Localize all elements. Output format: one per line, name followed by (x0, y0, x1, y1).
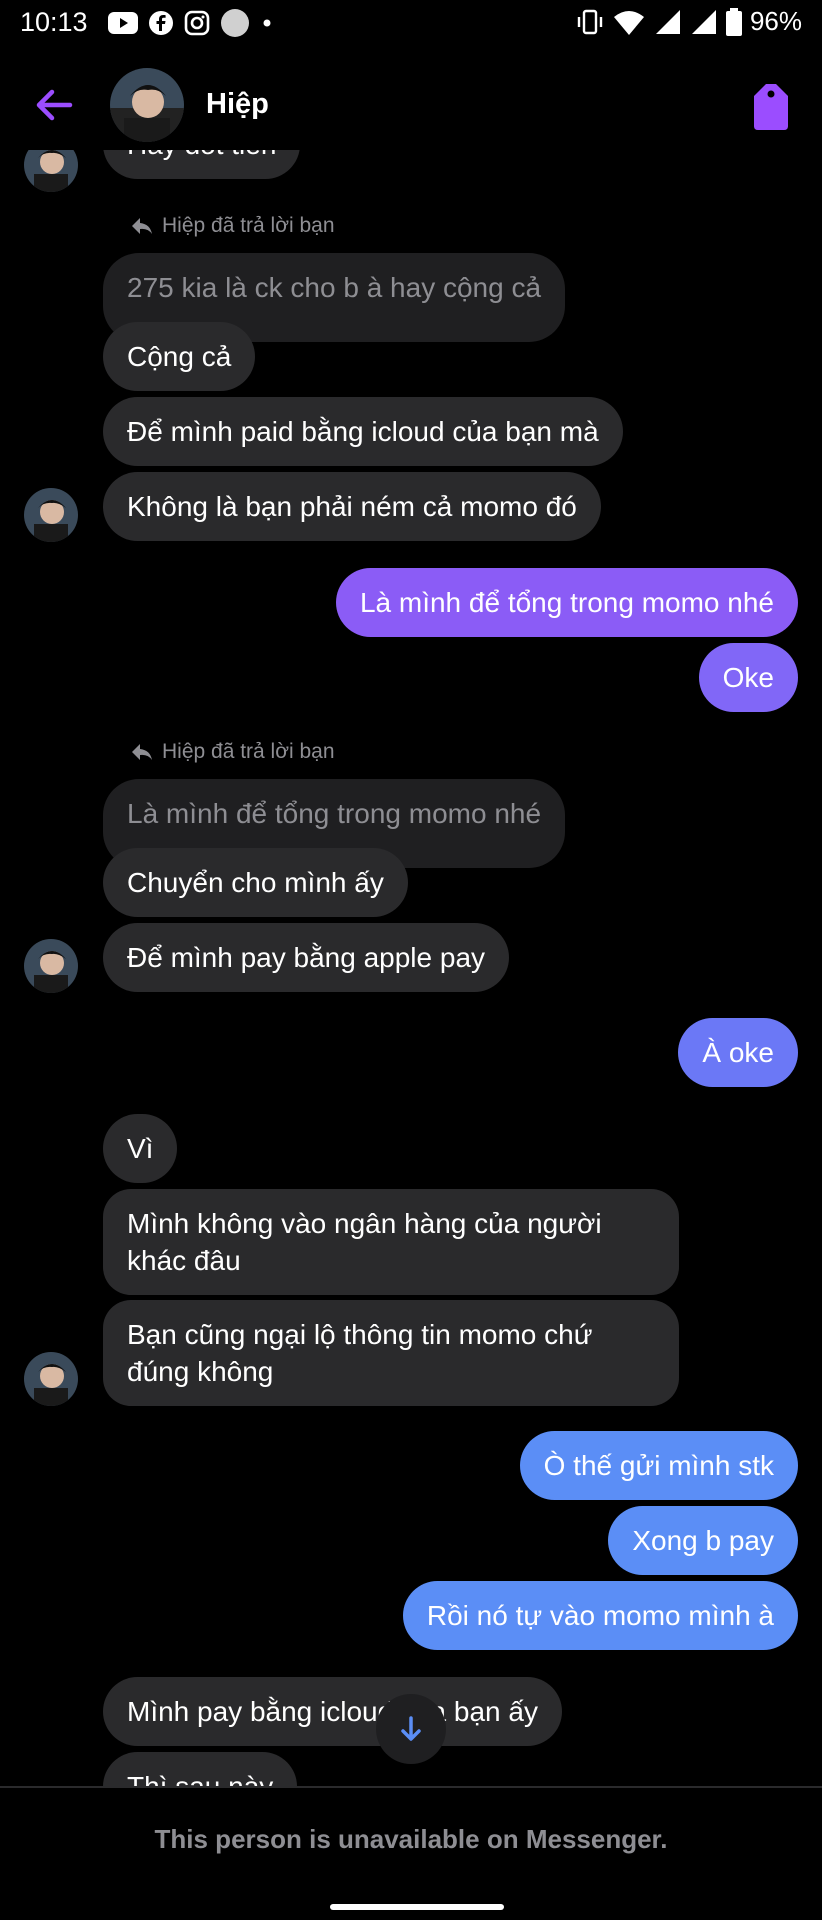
battery-percent: 96% (749, 6, 802, 36)
message-thread[interactable]: Hay đốt tiền Hiệp đã trả lời bạn 275 kia… (0, 150, 822, 1786)
outgoing-message[interactable]: Là mình để tổng trong momo nhé (335, 568, 798, 637)
youtube-icon (108, 12, 138, 34)
reply-icon (132, 744, 152, 760)
outgoing-message[interactable]: Ò thế gửi mình stk (519, 1431, 798, 1500)
incoming-message[interactable]: Vì (103, 1114, 178, 1183)
contact-name[interactable]: Hiệp (206, 88, 269, 121)
contact-avatar-small (24, 488, 78, 542)
incoming-message[interactable]: Để mình paid bằng icloud của bạn mà (103, 397, 623, 466)
status-time: 10:13 (20, 7, 88, 37)
incoming-message[interactable]: Không là bạn phải ném cả momo đó (103, 472, 601, 541)
wifi-icon (613, 10, 644, 35)
reply-indicator: Hiệp đã trả lời bạn (130, 214, 335, 238)
unavailable-notice: This person is unavailable on Messenger. (154, 1824, 668, 1854)
reply-label-text: Hiệp đã trả lời bạn (162, 740, 335, 763)
incoming-message[interactable]: Hay đốt tiền (103, 150, 301, 179)
outgoing-message[interactable]: Rồi nó tự vào momo mình à (402, 1581, 798, 1650)
outgoing-message[interactable]: Xong b pay (608, 1506, 798, 1575)
scroll-to-bottom-button[interactable] (376, 1694, 446, 1764)
incoming-message[interactable]: Mình không vào ngân hàng của người khác … (103, 1189, 679, 1295)
vibrate-icon (577, 9, 603, 34)
signal-icon (655, 9, 680, 34)
contact-avatar-small (24, 150, 78, 192)
home-indicator[interactable] (330, 1904, 504, 1910)
reply-icon (132, 218, 152, 234)
facebook-icon (149, 11, 173, 35)
incoming-message[interactable]: Cộng cả (103, 322, 256, 391)
circle-icon (221, 9, 249, 37)
outgoing-message[interactable]: Oke (698, 643, 798, 712)
unavailable-footer: This person is unavailable on Messenger. (0, 1786, 822, 1920)
dot-icon (263, 19, 271, 27)
contact-avatar[interactable] (110, 68, 184, 142)
arrow-down-icon (401, 1716, 421, 1741)
status-bar: 10:13 96% (0, 0, 822, 48)
back-arrow-icon[interactable] (30, 80, 80, 130)
outgoing-message[interactable]: À oke (678, 1018, 798, 1087)
incoming-message[interactable]: Mình pay bằng icloud của bạn ấy (103, 1677, 562, 1746)
incoming-message[interactable]: Để mình pay bằng apple pay (103, 923, 510, 992)
instagram-icon (184, 10, 210, 36)
incoming-message[interactable]: Chuyển cho mình ấy (103, 848, 408, 917)
signal-icon (691, 9, 716, 34)
battery-icon (725, 7, 742, 36)
contact-avatar-small (24, 1352, 78, 1406)
reply-indicator: Hiệp đã trả lời bạn (130, 740, 335, 764)
chat-header: Hiệp (0, 60, 822, 150)
tag-icon[interactable] (748, 80, 794, 132)
incoming-message[interactable]: Thì sau này (103, 1752, 298, 1786)
contact-avatar-small (24, 939, 78, 993)
reply-label-text: Hiệp đã trả lời bạn (162, 214, 335, 237)
incoming-message[interactable]: Bạn cũng ngại lộ thông tin momo chứ đúng… (103, 1300, 679, 1406)
